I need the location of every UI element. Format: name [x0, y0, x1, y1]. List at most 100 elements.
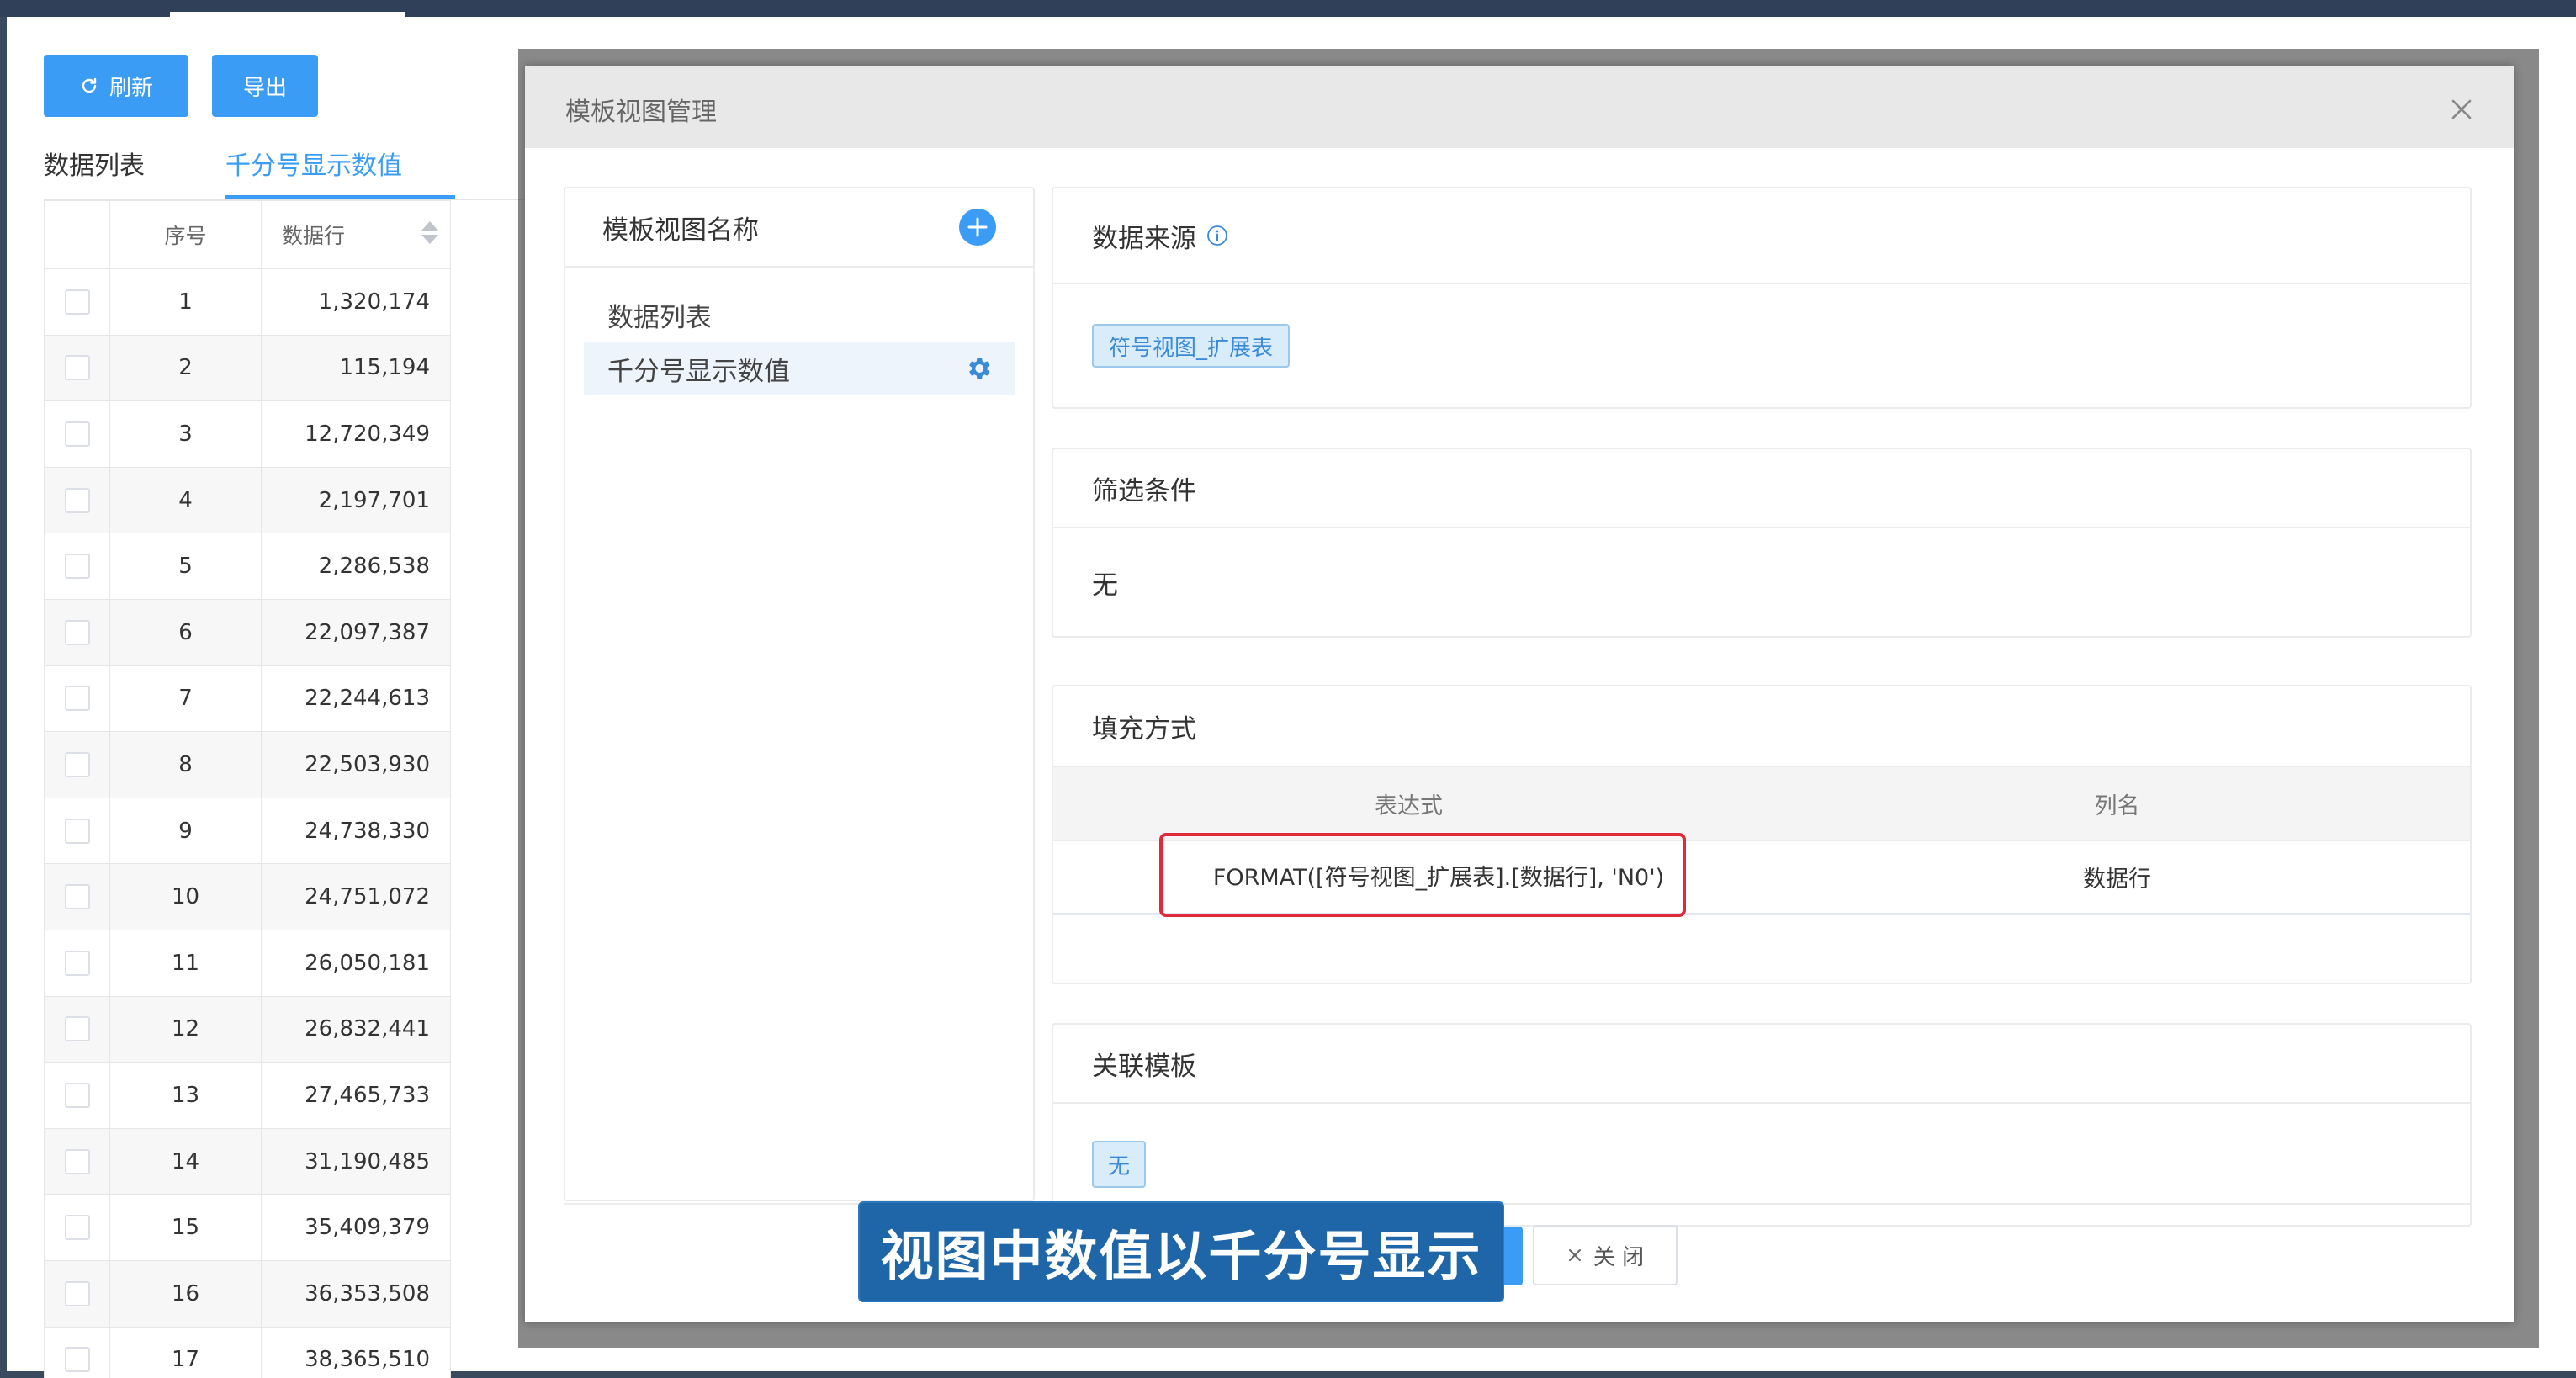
fill-column-header-expression: 表达式 — [1375, 792, 1443, 819]
tab-data-list[interactable]: 数据列表 — [44, 145, 145, 182]
column-header-data-row[interactable]: 数据行 — [262, 201, 450, 268]
row-checkbox[interactable] — [64, 619, 90, 645]
table-row[interactable]: 5 2,286,538 — [44, 533, 451, 600]
row-checkbox[interactable] — [64, 421, 90, 447]
header-checkbox-cell — [45, 201, 110, 268]
row-checkbox[interactable] — [64, 751, 90, 777]
row-seq-cell: 17 — [110, 1327, 262, 1378]
linked-template-tag[interactable]: 无 — [1092, 1141, 1146, 1188]
table-row[interactable]: 9 24,738,330 — [44, 798, 451, 865]
row-checkbox-cell — [45, 798, 110, 864]
refresh-button[interactable]: 刷新 — [44, 55, 188, 117]
table-row[interactable]: 6 22,097,387 — [44, 599, 451, 666]
fill-table-header: 表达式 列名 — [1053, 766, 2470, 841]
filter-condition-value: 无 — [1092, 570, 1118, 601]
close-icon[interactable] — [2446, 94, 2477, 125]
fill-table-row[interactable]: FORMAT([符号视图_扩展表].[数据行], 'N0') 数据行 — [1053, 833, 2470, 917]
table-row[interactable]: 3 12,720,349 — [44, 401, 451, 468]
table-row[interactable]: 13 27,465,733 — [44, 1063, 451, 1129]
row-checkbox[interactable] — [64, 686, 90, 712]
export-button[interactable]: 导出 — [212, 55, 318, 117]
row-checkbox-cell — [45, 533, 110, 599]
row-checkbox-cell — [45, 401, 110, 467]
export-button-label: 导出 — [242, 75, 287, 101]
linked-template-card: 关联模板 无 — [1052, 1023, 2472, 1227]
row-checkbox[interactable] — [64, 1082, 90, 1108]
top-active-tab-indicator — [170, 12, 405, 17]
row-seq-cell: 1 — [110, 269, 262, 335]
row-checkbox[interactable] — [64, 884, 90, 910]
linked-template-header: 关联模板 — [1053, 1025, 2470, 1104]
template-view-list-panel: 模板视图名称 数据列表 千分号显示数值 — [564, 187, 1035, 1201]
fill-column-header-column-name: 列名 — [2094, 792, 2140, 819]
data-source-tag[interactable]: 符号视图_扩展表 — [1092, 324, 1291, 368]
row-value-cell: 36,353,508 — [305, 1280, 430, 1306]
template-view-item-label: 数据列表 — [607, 302, 712, 333]
row-checkbox-cell — [45, 269, 110, 335]
row-seq-cell: 10 — [110, 864, 262, 930]
row-checkbox-cell — [45, 599, 110, 665]
table-row[interactable]: 1 1,320,174 — [44, 269, 451, 336]
row-checkbox[interactable] — [64, 1148, 90, 1174]
table-row[interactable]: 10 24,751,072 — [44, 864, 451, 930]
table-row[interactable]: 2 115,194 — [44, 335, 451, 402]
row-checkbox-cell — [45, 1260, 110, 1327]
row-value-cell: 31,190,485 — [305, 1148, 430, 1174]
info-icon[interactable] — [1206, 225, 1228, 246]
gear-icon[interactable] — [964, 354, 993, 383]
row-checkbox-cell — [45, 732, 110, 798]
template-view-list-header: 模板视图名称 — [565, 188, 1033, 268]
row-checkbox-cell — [45, 996, 110, 1063]
table-row[interactable]: 15 35,409,379 — [44, 1195, 451, 1261]
row-seq-cell: 14 — [110, 1128, 262, 1195]
fill-method-card: 填充方式 表达式 列名 FORMAT([符号视图_扩展表].[数据行], 'N0… — [1052, 685, 2472, 984]
close-button-label: 关 闭 — [1593, 1244, 1645, 1270]
tab-thousands-display[interactable]: 千分号显示数值 — [225, 145, 402, 182]
expression-highlight: FORMAT([符号视图_扩展表].[数据行], 'N0') — [1159, 833, 1686, 917]
row-checkbox-cell — [45, 1327, 110, 1378]
row-value-cell: 22,097,387 — [305, 619, 430, 645]
data-source-title: 数据来源 — [1092, 223, 1196, 254]
row-value-cell: 2,286,538 — [318, 554, 430, 580]
table-row[interactable]: 8 22,503,930 — [44, 732, 451, 798]
row-checkbox[interactable] — [64, 1215, 90, 1241]
sort-caret-icon[interactable] — [421, 221, 438, 244]
row-checkbox[interactable] — [64, 487, 90, 513]
table-row[interactable]: 7 22,244,613 — [44, 665, 451, 733]
row-checkbox[interactable] — [64, 554, 90, 580]
close-button[interactable]: 关 闭 — [1533, 1225, 1678, 1285]
row-value-cell: 26,050,181 — [305, 950, 430, 976]
row-seq-cell: 4 — [110, 467, 262, 533]
row-checkbox[interactable] — [64, 355, 90, 381]
table-row[interactable]: 12 26,832,441 — [44, 996, 451, 1063]
row-checkbox[interactable] — [64, 289, 90, 315]
modal-header: 模板视图管理 — [525, 66, 2514, 148]
table-row[interactable]: 16 36,353,508 — [44, 1260, 451, 1328]
row-value-cell: 22,503,930 — [305, 751, 430, 777]
row-seq-cell: 12 — [110, 996, 262, 1063]
row-seq-cell: 6 — [110, 599, 262, 665]
row-value-cell: 35,409,379 — [305, 1215, 430, 1241]
row-value-cell: 24,751,072 — [305, 884, 430, 910]
add-template-view-button[interactable] — [959, 209, 996, 246]
table-header-row: 序号 数据行 — [44, 200, 451, 269]
template-view-item-data-list[interactable]: 数据列表 — [565, 288, 1033, 342]
table-row[interactable]: 17 38,365,510 — [44, 1327, 451, 1378]
data-source-body: 符号视图_扩展表 — [1053, 284, 2470, 407]
refresh-icon — [82, 77, 97, 93]
row-checkbox[interactable] — [64, 1347, 90, 1373]
template-view-item-thousands[interactable]: 千分号显示数值 — [584, 342, 1015, 395]
top-navigation-bar — [0, 0, 2576, 17]
table-row[interactable]: 14 31,190,485 — [44, 1128, 451, 1195]
row-checkbox[interactable] — [64, 950, 90, 976]
row-value-cell: 1,320,174 — [318, 289, 430, 315]
table-row[interactable]: 4 2,197,701 — [44, 467, 451, 534]
row-value-cell: 12,720,349 — [305, 421, 430, 447]
row-checkbox[interactable] — [64, 1280, 90, 1306]
table-row[interactable]: 11 26,050,181 — [44, 930, 451, 997]
row-checkbox[interactable] — [64, 818, 90, 844]
template-view-item-label: 千分号显示数值 — [607, 356, 790, 387]
row-checkbox-cell — [45, 1128, 110, 1195]
row-checkbox[interactable] — [64, 1016, 90, 1042]
modal-footer-divider — [564, 1203, 2472, 1205]
